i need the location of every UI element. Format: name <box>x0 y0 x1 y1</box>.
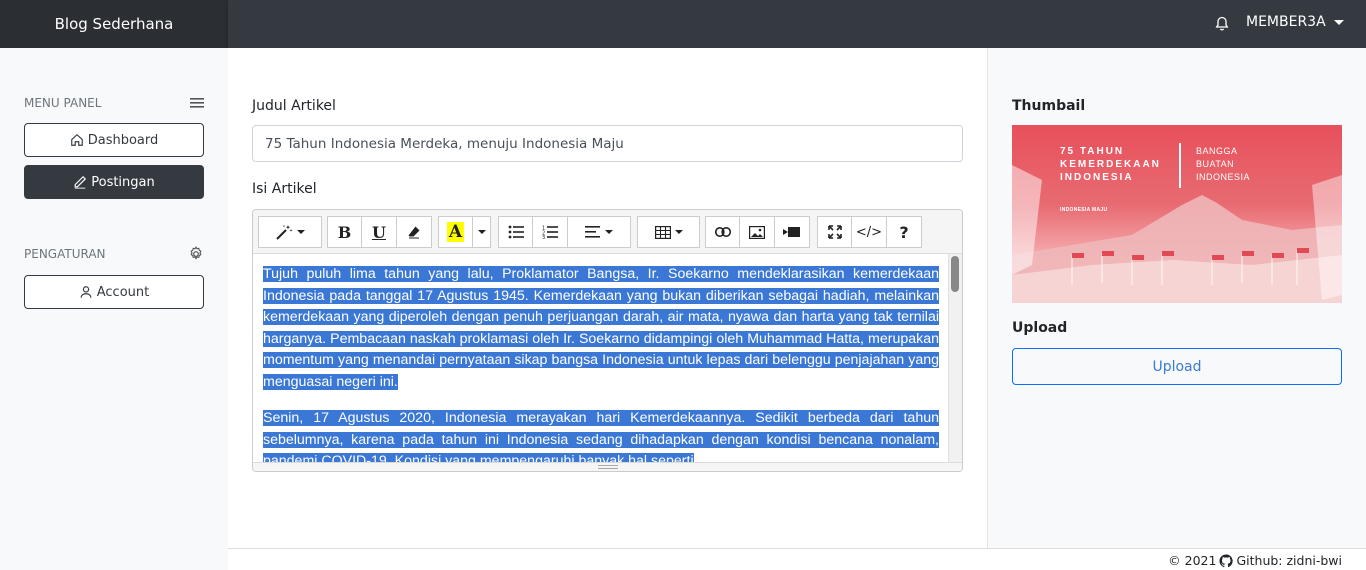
thumbnail-image: 75 TAHUN KEMERDEKAAN INDONESIA BANGGA BU… <box>1012 125 1342 303</box>
eraser-icon <box>408 226 420 239</box>
paragraph-text: Tujuh puluh lima tahun yang lalu, Prokla… <box>263 266 939 390</box>
copyright: © 2021 <box>1168 553 1217 568</box>
title-label: Judul Artikel <box>252 98 336 114</box>
title-input[interactable]: 75 Tahun Indonesia Merdeka, menuju Indon… <box>252 125 963 162</box>
thumb-caption: INDONESIA MAJU <box>1060 207 1108 213</box>
underline-button[interactable]: U <box>362 216 397 248</box>
code-glyph: </> <box>855 224 883 240</box>
code-view-button[interactable]: </> <box>852 216 887 248</box>
ordered-list-button[interactable]: 123 <box>533 216 568 248</box>
table-icon <box>654 225 671 239</box>
help-glyph: ? <box>899 222 909 242</box>
paragraph: Tujuh puluh lima tahun yang lalu, Prokla… <box>263 264 939 393</box>
chevron-down-icon <box>674 230 683 234</box>
gear-icon[interactable] <box>188 246 204 262</box>
bold-glyph: B <box>337 222 352 242</box>
sidebar-item-dashboard[interactable]: Dashboard <box>24 123 204 157</box>
github-icon <box>1219 553 1234 567</box>
grip-icon <box>597 465 618 469</box>
right-panel: Thumbail 75 TAHUN KEMERDEKAAN INDONESIA … <box>988 48 1366 548</box>
menu-panel-header: MENU PANEL <box>24 96 204 110</box>
brand-title[interactable]: Blog Sederhana <box>55 15 174 33</box>
paragraph-text: Senin, 17 Agustus 2020, Indonesia meraya… <box>263 410 939 464</box>
style-button[interactable] <box>258 216 322 248</box>
editor-content[interactable]: Tujuh puluh lima tahun yang lalu, Prokla… <box>253 254 949 464</box>
expand-icon <box>827 225 842 239</box>
footer: © 2021 Github: zidni-bwi <box>228 548 1366 570</box>
numbered-list-icon: 123 <box>542 226 558 239</box>
font-color-glyph: A <box>446 222 465 242</box>
scrollbar-thumb[interactable] <box>951 256 959 292</box>
settings-header: PENGATURAN <box>24 246 204 262</box>
image-icon <box>749 225 765 239</box>
chevron-down-icon <box>297 230 305 234</box>
bell-icon[interactable] <box>1214 16 1230 32</box>
thumb-title: 75 TAHUN KEMERDEKAAN INDONESIA <box>1060 146 1161 183</box>
rich-text-editor: B U A 123 </> ? Tujuh puluh lima tahun y… <box>252 209 963 472</box>
video-button[interactable] <box>775 216 810 248</box>
title-input-value: 75 Tahun Indonesia Merdeka, menuju Indon… <box>265 135 624 152</box>
content-label: Isi Artikel <box>252 181 317 197</box>
link-button[interactable] <box>705 216 740 248</box>
sidebar-item-postingan[interactable]: Postingan <box>24 165 204 199</box>
user-icon <box>80 286 92 298</box>
svg-text:3: 3 <box>542 235 545 239</box>
upload-button[interactable]: Upload <box>1012 348 1342 385</box>
menu-icon[interactable] <box>190 97 204 109</box>
sidebar-item-account[interactable]: Account <box>24 275 204 309</box>
editor-toolbar: B U A 123 </> ? <box>253 210 962 254</box>
help-button[interactable]: ? <box>887 216 922 248</box>
settings-title: PENGATURAN <box>24 247 106 261</box>
home-icon <box>70 133 83 146</box>
unordered-list-button[interactable] <box>498 216 533 248</box>
chevron-down-icon <box>477 230 486 234</box>
brand[interactable]: Blog Sederhana <box>0 0 228 48</box>
upload-label: Upload <box>1012 320 1068 336</box>
chevron-down-icon <box>605 230 613 234</box>
paragraph: Senin, 17 Agustus 2020, Indonesia meraya… <box>263 408 939 464</box>
menu-panel-title: MENU PANEL <box>24 96 102 110</box>
thumbnail-label: Thumbail <box>1012 98 1086 114</box>
footer-text: © 2021 Github: zidni-bwi <box>1168 553 1342 568</box>
fullscreen-button[interactable] <box>817 216 852 248</box>
font-color-button[interactable]: A <box>438 216 473 248</box>
editor-scrollbar[interactable] <box>948 254 962 464</box>
paragraph-align-button[interactable] <box>568 216 631 248</box>
username: MEMBER3A <box>1246 14 1326 30</box>
video-icon <box>783 227 800 237</box>
image-button[interactable] <box>740 216 775 248</box>
bold-button[interactable]: B <box>327 216 362 248</box>
link-icon <box>714 227 731 237</box>
main-content: Judul Artikel 75 Tahun Indonesia Merdeka… <box>228 48 988 548</box>
align-left-icon <box>585 226 600 238</box>
github-link[interactable]: Github: zidni-bwi <box>1236 553 1342 568</box>
pen-icon <box>74 175 87 189</box>
sidebar-item-label: Account <box>96 284 150 300</box>
font-color-dropdown[interactable] <box>473 216 491 248</box>
underline-glyph: U <box>372 222 386 242</box>
upload-button-label: Upload <box>1152 358 1202 375</box>
user-menu[interactable]: MEMBER3A <box>1246 14 1344 30</box>
sidebar-item-label: Dashboard <box>87 132 159 148</box>
magic-wand-icon <box>276 225 293 240</box>
resize-handle[interactable] <box>253 462 962 471</box>
bullet-list-icon <box>508 225 524 239</box>
eraser-button[interactable] <box>397 216 432 248</box>
top-navbar: MEMBER3A <box>228 0 1366 48</box>
thumb-slogan: BANGGA BUATAN INDONESIA <box>1196 146 1251 182</box>
sidebar-item-label: Postingan <box>91 174 155 190</box>
chevron-down-icon <box>1333 19 1344 25</box>
table-button[interactable] <box>637 216 700 248</box>
sidebar: MENU PANEL Dashboard Postingan PENGATURA… <box>0 48 228 570</box>
